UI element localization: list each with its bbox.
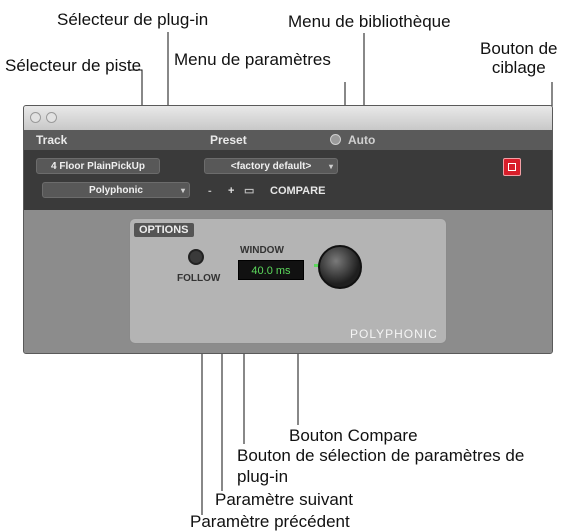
track-selector[interactable]: 4 Floor PlainPickUp (36, 158, 160, 174)
annotation-next-setting: Paramètre suivant (215, 490, 353, 509)
chevron-down-icon: ▾ (180, 186, 185, 195)
track-selector-value: 4 Floor PlainPickUp (51, 161, 145, 172)
annotation-settings-select-line2: plug-in (237, 467, 289, 486)
plugin-body: OPTIONS FOLLOW WINDOW 40.0 ms POLYPHONIC (24, 210, 552, 353)
annotation-settings-select-line1: Bouton de sélection de paramètres de (237, 446, 525, 465)
annotation-library-menu: Menu de bibliothèque (288, 12, 451, 31)
track-label: Track (36, 133, 68, 147)
annotation-plugin-selector: Sélecteur de plug-in (57, 10, 209, 29)
minimize-icon[interactable] (46, 112, 57, 123)
next-setting-button[interactable]: + (228, 185, 234, 197)
auto-label: Auto (348, 133, 376, 147)
previous-setting-button[interactable]: - (208, 185, 212, 197)
close-icon[interactable] (30, 112, 41, 123)
annotation-previous-setting: Paramètre précédent (190, 512, 350, 531)
preset-label: Preset (210, 133, 247, 147)
window-value-display[interactable]: 40.0 ms (238, 260, 304, 280)
annotation-track-selector: Sélecteur de piste (5, 56, 142, 75)
annotation-target-button: Bouton de ciblage (480, 39, 558, 77)
options-panel: OPTIONS FOLLOW WINDOW 40.0 ms POLYPHONIC (129, 218, 447, 344)
annotation-settings-menu: Menu de paramètres (174, 50, 331, 69)
options-title: OPTIONS (134, 223, 194, 237)
follow-label: FOLLOW (177, 273, 221, 284)
plugin-selector-value: Polyphonic (89, 185, 143, 196)
brand-label: POLYPHONIC (350, 327, 438, 341)
plugin-header: Track Preset Auto 4 Floor PlainPickUp Po… (24, 130, 552, 210)
settings-menu[interactable]: <factory default> ▾ (204, 158, 338, 174)
annotation-compare-button: Bouton Compare (289, 426, 418, 445)
settings-menu-value: <factory default> (230, 161, 312, 172)
compare-button[interactable]: COMPARE (270, 185, 325, 197)
library-menu-button[interactable] (330, 134, 341, 145)
plugin-window: Track Preset Auto 4 Floor PlainPickUp Po… (23, 105, 553, 354)
title-bar[interactable] (24, 106, 552, 130)
follow-toggle-icon[interactable] (188, 249, 204, 265)
target-button[interactable] (503, 158, 521, 176)
header-label-strip: Track Preset Auto (24, 130, 552, 150)
window-label: WINDOW (240, 245, 284, 256)
settings-select-icon[interactable]: ▭ (244, 184, 254, 197)
chevron-down-icon: ▾ (328, 162, 333, 171)
plugin-selector[interactable]: Polyphonic ▾ (42, 182, 190, 198)
window-knob[interactable] (318, 245, 362, 289)
